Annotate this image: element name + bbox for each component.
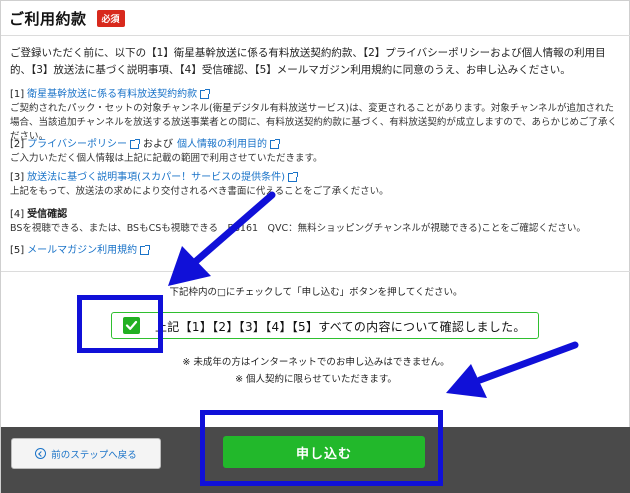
notes: ※ 未成年の方はインターネットでのお申し込みはできません。 ※ 個人契約に限らせ… [1,354,630,388]
personal-info-purpose-link[interactable]: 個人情報の利用目的 [177,137,267,152]
section-1: [1] 衛星基幹放送に係る有料放送契約約款 ご契約されたパック・セットの対象チャ… [10,87,622,144]
section-number: [5] [10,245,25,256]
external-link-icon [287,172,298,182]
section-4: [4] 受信確認 BSを視聴できる、または、BSもCSも視聴できる BS161 … [10,207,622,236]
agreement-label[interactable]: 上記【1】【2】【3】【4】【5】すべての内容について確認しました。 [155,318,526,335]
note-minor: ※ 未成年の方はインターネットでのお申し込みはできません。 [182,357,450,368]
section-2: [2] プライバシーポリシー および 個人情報の利用目的 ご入力いただく個人情報… [10,137,622,166]
section-4-body: BSを視聴できる、または、BSもCSも視聴できる BS161 QVC：無料ショッ… [10,223,586,234]
newsletter-terms-link[interactable]: メールマガジン利用規約 [27,243,137,258]
back-button-label: 前のステップへ戻る [51,449,137,461]
external-link-icon [200,89,211,99]
checkbox-highlight-box [77,295,163,353]
section-number: [2] [10,139,25,150]
section-header: ご利用約款 必須 [9,7,125,29]
submit-highlight-box [200,410,443,486]
section-number: [3] [10,172,25,183]
divider [1,271,630,272]
note-personal: ※ 個人契約に限らせていただきます。 [235,374,397,385]
back-arrow-icon [35,448,47,459]
section-3: [3] 放送法に基づく説明事項(スカパー！サービスの提供条件) 上記をもって、放… [10,170,622,199]
section-2-body: ご入力いただく個人情報は上記に記載の範囲で利用させていただきます。 [10,153,323,164]
section-5: [5] メールマガジン利用規約 [10,243,622,258]
section-3-body: 上記をもって、放送法の求めにより交付されるべき書面に代えることをご了承ください。 [10,186,389,197]
and-text: および [142,139,173,150]
page-title: ご利用約款 [9,9,87,28]
broadcast-law-link[interactable]: 放送法に基づく説明事項(スカパー！サービスの提供条件) [27,170,285,185]
back-button[interactable]: 前のステップへ戻る [11,438,161,469]
section-number: [1] [10,89,25,100]
intro-text: ご登録いただく前に、以下の【1】衛星基幹放送に係る有料放送契約約款、【2】プライ… [10,47,606,76]
required-badge: 必須 [96,9,125,27]
section-number: [4] [10,209,25,220]
external-link-icon [140,245,151,255]
external-link-icon [269,139,280,149]
divider [1,35,630,36]
contract-terms-link[interactable]: 衛星基幹放送に係る有料放送契約約款 [27,87,197,102]
external-link-icon [129,139,140,149]
privacy-policy-link[interactable]: プライバシーポリシー [27,137,127,152]
reception-check-title: 受信確認 [27,209,68,220]
